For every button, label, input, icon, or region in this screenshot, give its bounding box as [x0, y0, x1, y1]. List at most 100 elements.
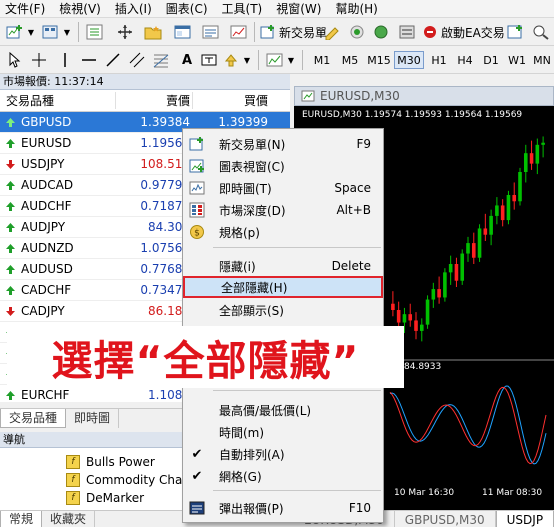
candle-body: [477, 228, 482, 258]
symbol-cell: USDJPY: [0, 157, 115, 171]
column-ask[interactable]: 買價: [192, 92, 290, 109]
tab-tick-chart[interactable]: 即時圖: [66, 409, 120, 428]
chevron-down-icon[interactable]: ▼: [242, 50, 252, 70]
horizontal-line-icon[interactable]: [80, 50, 98, 70]
context-menu-item[interactable]: 即時圖(T) Space: [183, 177, 383, 199]
new-order-icon[interactable]: [504, 22, 526, 42]
arrow-up-icon: [5, 243, 21, 254]
menu-charts[interactable]: 圖表(C): [161, 0, 217, 18]
menu-tools[interactable]: 工具(T): [217, 0, 272, 18]
template-icon[interactable]: [264, 50, 286, 70]
arrow-up-icon: [5, 285, 21, 296]
candle-body: [489, 215, 493, 235]
chevron-down-icon[interactable]: ▼: [286, 50, 296, 70]
column-symbol[interactable]: 交易品種: [0, 92, 115, 109]
symbol-name: EURCHF: [21, 388, 70, 402]
candle-body: [506, 195, 511, 221]
arrow-up-icon: [5, 117, 21, 128]
new-chart-icon[interactable]: [4, 22, 26, 42]
arrow-down-icon: [5, 306, 21, 317]
menu-insert[interactable]: 插入(I): [110, 0, 161, 18]
context-menu-item[interactable]: 隱藏(i) Delete: [183, 255, 383, 277]
folder-star-icon[interactable]: [142, 22, 164, 42]
text-label-icon[interactable]: [200, 50, 218, 70]
menu-item-label: 即時圖(T): [219, 181, 272, 196]
zoom-icon[interactable]: [530, 22, 552, 42]
instruction-callout-text: 選擇“全部隱藏”: [51, 337, 360, 385]
period-m30[interactable]: M30: [394, 51, 424, 69]
period-m15[interactable]: M15: [364, 51, 394, 69]
chevron-down-icon[interactable]: ▼: [62, 22, 72, 42]
context-menu-item[interactable]: 彈出報價(P) F10: [183, 497, 383, 519]
column-bid[interactable]: 賣價: [115, 92, 192, 109]
market-icon[interactable]: [370, 22, 392, 42]
ask-cell: 1.39399: [218, 115, 268, 129]
context-menu-item[interactable]: ✔ 網格(G): [183, 465, 383, 487]
strategy-tester-icon[interactable]: [228, 22, 250, 42]
menu-item-shortcut: Delete: [331, 259, 371, 273]
trendline-icon[interactable]: [104, 50, 122, 70]
symbol-cell: EURUSD: [0, 136, 115, 150]
vps-icon[interactable]: [396, 22, 418, 42]
context-menu-item[interactable]: 時間(m): [183, 421, 383, 443]
menubar: 文件(F) 檢視(V) 插入(I) 圖表(C) 工具(T) 視窗(W) 幫助(H…: [0, 0, 554, 18]
tab-common[interactable]: 常規: [0, 511, 43, 527]
period-mn[interactable]: MN: [530, 51, 554, 69]
context-menu-item[interactable]: 市場深度(D) Alt+B: [183, 199, 383, 221]
chart-tab-usdjpy[interactable]: USDJP: [495, 511, 554, 527]
context-menu-item[interactable]: 全部隱藏(H): [183, 276, 383, 298]
menu-window[interactable]: 視窗(W): [271, 0, 330, 18]
period-m5[interactable]: M5: [336, 51, 364, 69]
symbol-cell: AUDCHF: [0, 199, 115, 213]
period-h1[interactable]: H1: [426, 51, 452, 69]
new-order-button[interactable]: 新交易單: [258, 22, 329, 42]
text-icon[interactable]: A: [178, 50, 196, 70]
candle-body: [483, 228, 488, 235]
context-menu-item[interactable]: 圖表視窗(C): [183, 155, 383, 177]
fibonacci-icon[interactable]: [152, 50, 170, 70]
chevron-down-icon[interactable]: ▼: [26, 22, 36, 42]
menu-item-label: 彈出報價(P): [219, 501, 284, 516]
signals-icon[interactable]: [346, 22, 368, 42]
vertical-line-icon[interactable]: [56, 50, 74, 70]
period-w1[interactable]: W1: [504, 51, 530, 69]
tab-favorites[interactable]: 收藏夾: [42, 511, 96, 527]
context-menu-item[interactable]: 新交易單(N) F9: [183, 133, 383, 155]
window-icon[interactable]: [172, 22, 194, 42]
chart-window-title[interactable]: EURUSD,M30: [294, 86, 554, 106]
equidistant-channel-icon[interactable]: [128, 50, 146, 70]
profiles-icon[interactable]: [40, 22, 62, 42]
terminal-icon[interactable]: [200, 22, 222, 42]
context-menu-item[interactable]: 全部顯示(S): [183, 299, 383, 321]
time-label: 10 Mar 16:30: [394, 488, 455, 498]
bid-cell: 0.97790: [140, 178, 190, 192]
auto-trading-button[interactable]: 啟動EA交易: [420, 22, 507, 42]
menu-item-label: 時間(m): [219, 425, 265, 440]
period-h4[interactable]: H4: [452, 51, 478, 69]
symbol-name: USDJPY: [21, 157, 65, 171]
crosshair-icon[interactable]: [30, 50, 48, 70]
chart-tab-gbpusd[interactable]: GBPUSD,M30: [395, 511, 496, 527]
nav-item-bulls-power[interactable]: f Bulls Power: [66, 453, 155, 471]
context-menu-item[interactable]: ✔ 自動排列(A): [183, 443, 383, 465]
tab-symbols[interactable]: 交易品種: [0, 409, 67, 428]
menu-view[interactable]: 檢視(V): [54, 0, 110, 18]
menu-file[interactable]: 文件(F): [0, 0, 54, 18]
period-m1[interactable]: M1: [308, 51, 336, 69]
candle-body: [535, 144, 540, 164]
symbol-name: AUDUSD: [21, 262, 73, 276]
oscillator-main-line: [389, 385, 547, 465]
nav-item-demarker[interactable]: f DeMarker: [66, 489, 144, 507]
context-menu-item[interactable]: 最高價/最低價(L): [183, 399, 383, 421]
market-watch-icon[interactable]: [84, 22, 106, 42]
crosshair-move-icon[interactable]: [114, 22, 136, 42]
period-d1[interactable]: D1: [478, 51, 504, 69]
arrows-icon[interactable]: [222, 50, 240, 70]
context-menu-item[interactable]: $ 規格(p): [183, 221, 383, 243]
symbol-name: CADJPY: [21, 304, 65, 318]
cursor-icon[interactable]: [6, 50, 24, 70]
symbol-cell: AUDNZD: [0, 241, 115, 255]
toolbar-separator: [254, 22, 255, 42]
metaeditor-icon[interactable]: [322, 22, 344, 42]
menu-help[interactable]: 幫助(H): [330, 0, 386, 18]
